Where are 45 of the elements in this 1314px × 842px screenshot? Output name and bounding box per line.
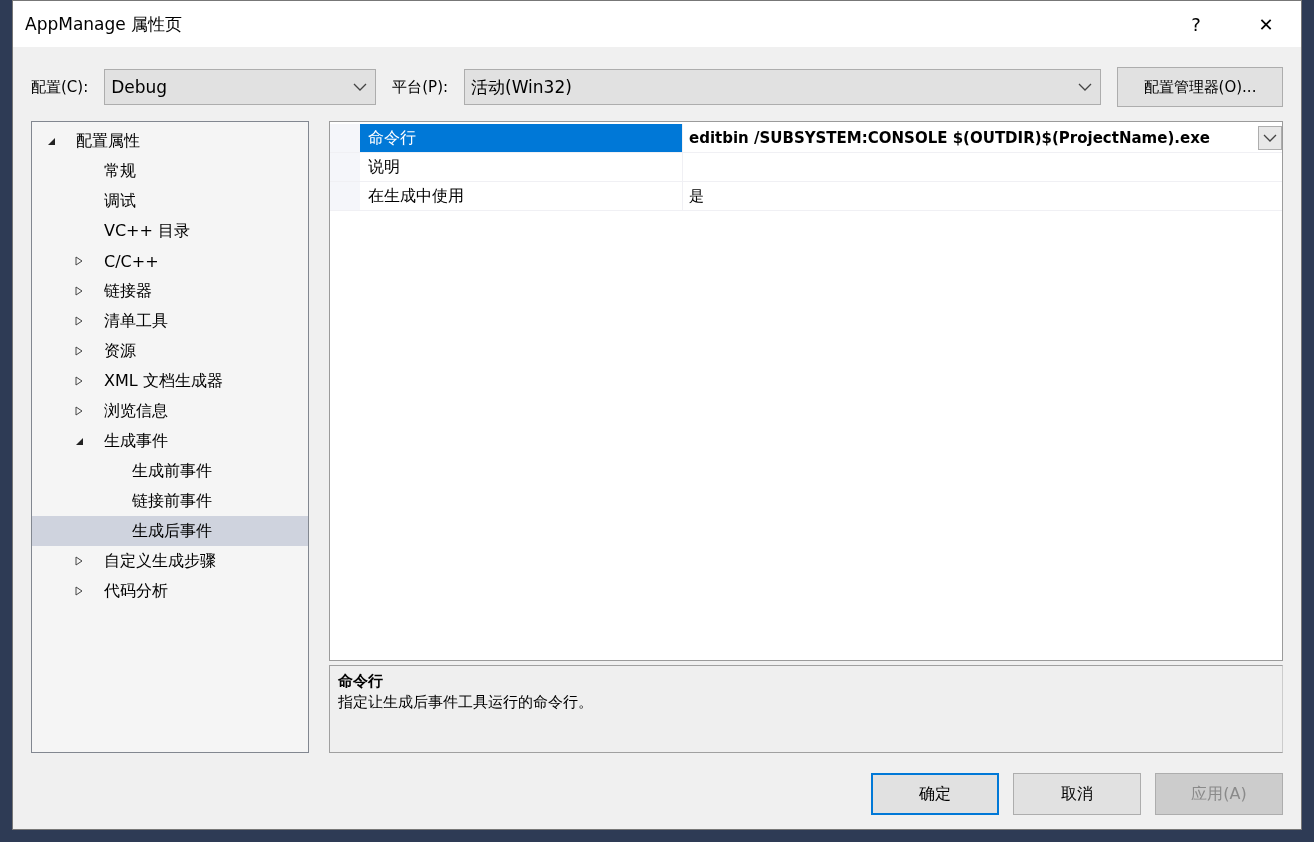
collapsed-triangle-icon[interactable] [74, 376, 84, 386]
tree-item[interactable]: 常规 [32, 156, 308, 186]
collapsed-triangle-icon[interactable] [74, 286, 84, 296]
tree-item[interactable]: 生成事件 [32, 426, 308, 456]
config-dropdown[interactable]: Debug [104, 69, 377, 105]
chevron-down-icon [1263, 134, 1277, 142]
tree-item[interactable]: 生成后事件 [32, 516, 308, 546]
dialog-button[interactable]: 确定 [871, 773, 999, 815]
description-title: 命令行 [338, 672, 384, 691]
property-value: 是 [689, 186, 705, 206]
tree-item[interactable]: 生成前事件 [32, 456, 308, 486]
tree-item[interactable]: 清单工具 [32, 306, 308, 336]
close-button[interactable]: ✕ [1231, 1, 1301, 47]
tree-item[interactable]: XML 文档生成器 [32, 366, 308, 396]
tree-item[interactable]: 资源 [32, 336, 308, 366]
chevron-down-icon [1078, 83, 1092, 91]
collapsed-triangle-icon[interactable] [74, 256, 84, 266]
property-name[interactable]: 命令行 [360, 124, 683, 152]
dialog-button[interactable]: 取消 [1013, 773, 1141, 815]
collapsed-triangle-icon[interactable] [74, 406, 84, 416]
expanded-triangle-icon[interactable] [74, 436, 84, 446]
expanded-triangle-icon[interactable] [46, 136, 56, 146]
value-dropdown-button[interactable] [1258, 126, 1282, 150]
chevron-down-icon [353, 83, 368, 91]
tree-item[interactable]: 链接前事件 [32, 486, 308, 516]
tree-item[interactable]: 浏览信息 [32, 396, 308, 426]
help-button[interactable]: ? [1161, 1, 1231, 47]
config-manager-button[interactable]: 配置管理器(O)... [1117, 67, 1283, 107]
tree-item[interactable]: 链接器 [32, 276, 308, 306]
collapsed-triangle-icon[interactable] [74, 316, 84, 326]
tree-item[interactable]: 调试 [32, 186, 308, 216]
collapsed-triangle-icon[interactable] [74, 556, 84, 566]
config-label: 配置(C): [31, 77, 89, 97]
window-title: AppManage 属性页 [25, 12, 184, 36]
collapsed-triangle-icon[interactable] [74, 586, 84, 596]
description-text: 指定让生成后事件工具运行的命令行。 [338, 693, 594, 712]
tree-item[interactable]: 代码分析 [32, 576, 308, 606]
tree-item[interactable]: 自定义生成步骤 [32, 546, 308, 576]
collapsed-triangle-icon[interactable] [74, 346, 84, 356]
tree-item[interactable]: 配置属性 [32, 126, 308, 156]
platform-dropdown[interactable]: 活动(Win32) [464, 69, 1101, 105]
property-value: editbin /SUBSYSTEM:CONSOLE $(OUTDIR)$(ProjectName).exe [689, 129, 1211, 147]
platform-label: 平台(P): [392, 77, 449, 97]
tree-item[interactable]: VC++ 目录 [32, 216, 308, 246]
tree-item[interactable]: C/C++ [32, 246, 308, 276]
